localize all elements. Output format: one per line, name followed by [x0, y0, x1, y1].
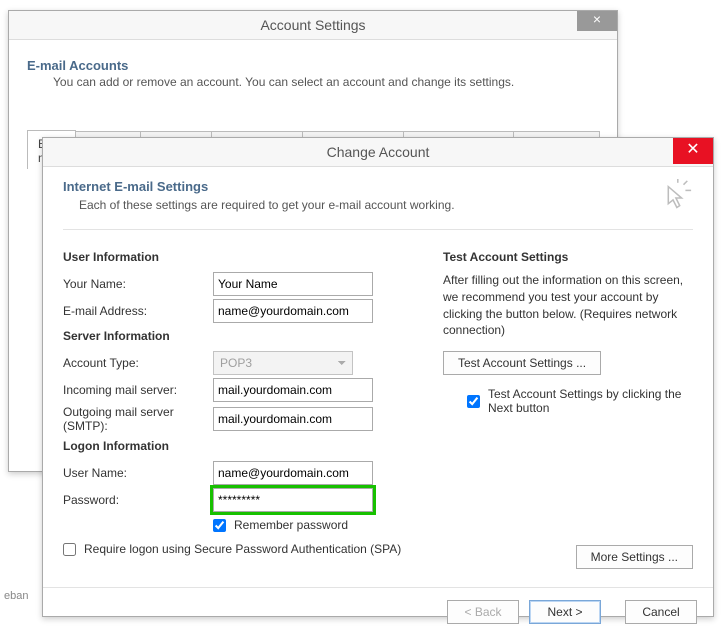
left-column: User Information Your Name: E-mail Addre…: [63, 244, 413, 569]
your-name-label: Your Name:: [63, 277, 213, 291]
change-account-titlebar: Change Account ✕: [43, 138, 713, 167]
cursor-header-icon: [655, 179, 693, 217]
account-settings-titlebar: Account Settings ×: [9, 11, 617, 40]
spa-label: Require logon using Secure Password Auth…: [84, 542, 401, 556]
remember-password-label: Remember password: [234, 518, 348, 532]
logon-information-heading: Logon Information: [63, 439, 413, 453]
wizard-button-row: < Back Next > Cancel: [43, 587, 713, 636]
user-name-input[interactable]: [213, 461, 373, 485]
email-address-label: E-mail Address:: [63, 304, 213, 318]
account-settings-title: Account Settings: [260, 17, 365, 33]
outgoing-server-input[interactable]: [213, 407, 373, 431]
incoming-server-label: Incoming mail server:: [63, 383, 213, 397]
right-column: Test Account Settings After filling out …: [443, 244, 693, 569]
incoming-server-input[interactable]: [213, 378, 373, 402]
internet-email-settings-heading: Internet E-mail Settings: [63, 179, 455, 194]
change-account-header: Internet E-mail Settings Each of these s…: [63, 179, 693, 230]
change-account-title: Change Account: [327, 144, 430, 160]
email-accounts-heading: E-mail Accounts: [27, 58, 599, 73]
outgoing-server-label: Outgoing mail server (SMTP):: [63, 405, 213, 433]
test-account-button[interactable]: Test Account Settings ...: [443, 351, 601, 375]
email-address-input[interactable]: [213, 299, 373, 323]
account-type-select: POP3: [213, 351, 353, 375]
your-name-input[interactable]: [213, 272, 373, 296]
change-account-window: Change Account ✕ Internet E-mail Setting…: [42, 137, 714, 617]
user-name-label: User Name:: [63, 466, 213, 480]
test-account-body: After filling out the information on thi…: [443, 272, 693, 339]
page-fragment: eban: [4, 590, 28, 602]
spa-checkbox[interactable]: [63, 543, 76, 556]
account-type-label: Account Type:: [63, 356, 213, 370]
server-information-heading: Server Information: [63, 329, 413, 343]
user-information-heading: User Information: [63, 250, 413, 264]
auto-test-label: Test Account Settings by clicking the Ne…: [488, 387, 693, 415]
password-input[interactable]: [213, 488, 373, 512]
password-label: Password:: [63, 493, 213, 507]
close-button-account-settings[interactable]: ×: [577, 11, 617, 31]
more-settings-button[interactable]: More Settings ...: [576, 545, 693, 569]
close-button-change-account[interactable]: ✕: [673, 138, 713, 164]
test-account-heading: Test Account Settings: [443, 250, 693, 264]
remember-password-checkbox[interactable]: [213, 519, 226, 532]
internet-email-settings-sub: Each of these settings are required to g…: [79, 198, 455, 212]
email-accounts-sub: You can add or remove an account. You ca…: [53, 75, 599, 89]
auto-test-checkbox[interactable]: [467, 395, 480, 408]
